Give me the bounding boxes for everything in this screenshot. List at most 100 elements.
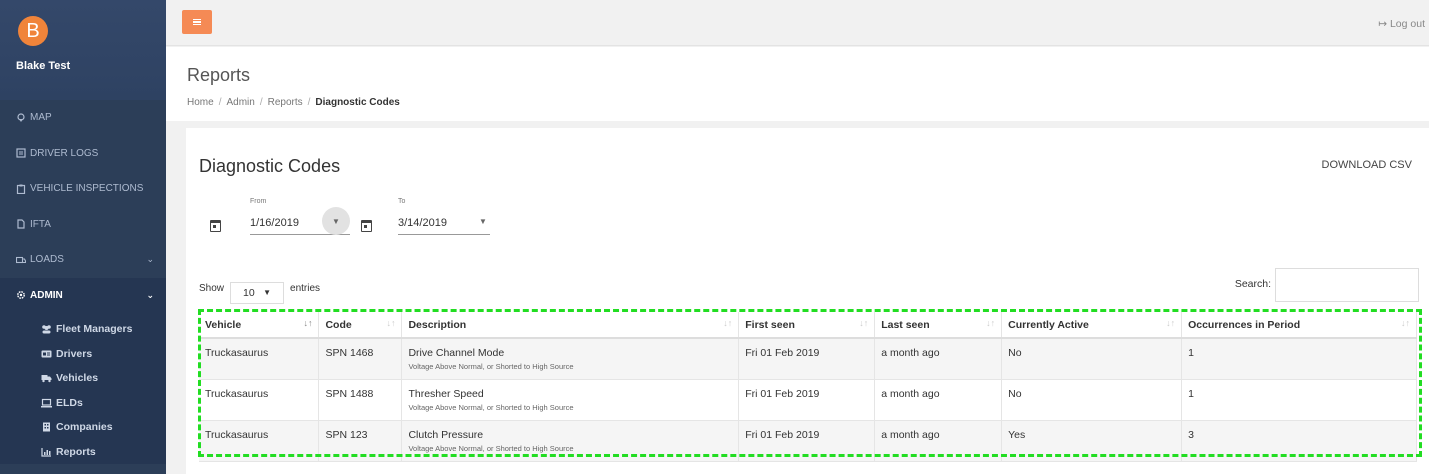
- calendar-icon[interactable]: [361, 220, 372, 232]
- table-row[interactable]: Truckasaurus SPN 1468 Drive Channel Mode…: [199, 338, 1417, 380]
- sidebar-item-label: Drivers: [56, 347, 93, 360]
- avatar[interactable]: B: [18, 16, 48, 46]
- search-label: Search:: [1234, 278, 1271, 290]
- description-detail: Voltage Above Normal, or Shorted to High…: [408, 362, 574, 371]
- cell-occurrences: 1: [1181, 338, 1417, 380]
- breadcrumb: Home / Admin / Reports / Diagnostic Codes: [187, 97, 1429, 108]
- breadcrumb-home[interactable]: Home: [187, 97, 214, 108]
- table-row[interactable]: Truckasaurus SPN 123 Clutch Pressure Volt…: [199, 420, 1417, 462]
- menu-toggle-button[interactable]: [182, 10, 212, 34]
- sort-icon: ↓↑: [1401, 318, 1410, 328]
- breadcrumb-separator: /: [259, 97, 263, 108]
- sidebar-item-label: ELDs: [56, 396, 83, 409]
- sidebar-item-label: Companies: [56, 421, 113, 434]
- sort-icon: ↓↑: [986, 318, 996, 328]
- sidebar-item-vehicle-inspections[interactable]: VEHICLE INSPECTIONS: [0, 171, 166, 207]
- report-panel: Diagnostic Codes DOWNLOAD CSV From 1/16/…: [186, 128, 1429, 474]
- cell-vehicle: Truckasaurus: [199, 420, 320, 462]
- column-header-vehicle[interactable]: Vehicle ↓↑: [199, 312, 320, 339]
- hamburger-icon: [193, 19, 201, 25]
- cell-description: Thresher Speed Voltage Above Normal, or S…: [401, 379, 740, 421]
- truck-icon: [41, 375, 52, 383]
- cell-last-seen: a month ago: [874, 420, 1003, 462]
- description-detail: Voltage Above Normal, or Shorted to High…: [408, 443, 574, 453]
- table-row[interactable]: Truckasaurus SPN 1488 Thresher Speed Volt…: [199, 379, 1417, 421]
- column-header-first-seen[interactable]: First seen ↓↑: [738, 312, 876, 339]
- sidebar-item-label: LOADS: [30, 254, 64, 266]
- logout-link[interactable]: ↦ Log out: [1378, 18, 1425, 30]
- to-date-field[interactable]: 3/14/2019: [398, 213, 490, 235]
- sidebar-nav: MAP DRIVER LOGS VEHICLE INSPECTIONS IFTA…: [0, 100, 166, 313]
- sidebar-item-elds[interactable]: ELDs: [0, 391, 166, 416]
- cell-code: SPN 1468: [318, 338, 403, 380]
- sidebar-item-companies[interactable]: Companies: [0, 415, 166, 440]
- clipboard-icon: [16, 184, 26, 194]
- sidebar-item-vehicles[interactable]: Vehicles: [0, 366, 166, 391]
- sort-icon: ↓↑: [859, 318, 869, 328]
- cell-description: Drive Channel Mode Voltage Above Normal, …: [401, 338, 740, 380]
- log-icon: [16, 148, 26, 158]
- entries-label: entries: [290, 282, 321, 294]
- cell-vehicle: Truckasaurus: [199, 379, 320, 421]
- calendar-icon[interactable]: [210, 220, 221, 232]
- chevron-down-icon: ⌄: [146, 254, 154, 265]
- logout-icon: ↦: [1378, 18, 1388, 30]
- chevron-down-icon[interactable]: ▼: [479, 217, 487, 226]
- cell-occurrences: 3: [1181, 420, 1417, 462]
- chevron-down-icon: ▼: [332, 217, 340, 226]
- sidebar-item-label: Fleet Managers: [56, 323, 133, 336]
- search-input[interactable]: [1275, 268, 1419, 302]
- breadcrumb-separator: /: [307, 97, 311, 108]
- cell-occurrences: 1: [1181, 379, 1417, 421]
- sidebar-item-reports[interactable]: Reports: [0, 440, 166, 465]
- breadcrumb-separator: /: [218, 97, 222, 108]
- column-header-code[interactable]: Code ↓↑: [318, 312, 403, 339]
- sidebar-item-driver-logs[interactable]: DRIVER LOGS: [0, 136, 166, 172]
- sort-icon: ↓↑: [723, 318, 733, 328]
- cell-currently-active: No: [1001, 379, 1183, 421]
- sidebar-profile: B Blake Test: [0, 0, 166, 100]
- sidebar-item-loads[interactable]: LOADS ⌄: [0, 242, 166, 278]
- page-header: Reports Home / Admin / Reports / Diagnostic Co…: [166, 47, 1429, 121]
- user-name[interactable]: Blake Test: [16, 60, 166, 72]
- cell-currently-active: No: [1001, 338, 1183, 380]
- users-icon: [42, 325, 51, 334]
- sidebar-item-admin[interactable]: ADMIN ⌄: [0, 277, 166, 313]
- building-icon: [43, 422, 50, 432]
- entries-select[interactable]: 10 ▼: [230, 282, 285, 304]
- sidebar-item-drivers[interactable]: Drivers: [0, 342, 166, 367]
- sidebar-item-label: MAP: [30, 112, 52, 124]
- description-title: Thresher Speed: [408, 387, 484, 400]
- show-label: Show: [199, 282, 225, 294]
- sort-asc-icon: ↓↑: [303, 318, 313, 328]
- gear-icon: [17, 291, 25, 300]
- column-header-last-seen[interactable]: Last seen ↓↑: [874, 312, 1003, 339]
- from-label: From: [250, 198, 267, 205]
- cell-code: SPN 123: [318, 420, 403, 462]
- chart-icon: [41, 447, 51, 457]
- caret-down-icon: ▼: [263, 288, 272, 297]
- panel-title: Diagnostic Codes: [199, 156, 341, 176]
- page-title: Reports: [187, 65, 251, 85]
- sidebar-item-fleet-managers[interactable]: Fleet Managers: [0, 317, 166, 342]
- column-header-description[interactable]: Description ↓↑: [401, 312, 740, 339]
- sidebar-item-ifta[interactable]: IFTA: [0, 207, 166, 243]
- download-csv-button[interactable]: DOWNLOAD CSV: [1322, 159, 1412, 171]
- column-header-occurrences[interactable]: Occurrences in Period ↓↑: [1181, 312, 1417, 339]
- sidebar-item-label: DRIVER LOGS: [30, 147, 99, 159]
- sidebar-item-map[interactable]: MAP: [0, 100, 166, 136]
- cell-first-seen: Fri 01 Feb 2019: [738, 379, 876, 421]
- id-card-icon: [41, 350, 52, 358]
- logout-label: Log out: [1389, 18, 1425, 30]
- sidebar-item-label: VEHICLE INSPECTIONS: [30, 183, 144, 195]
- cell-code: SPN 1488: [318, 379, 403, 421]
- show-entries: Show 10 ▼ entries: [199, 272, 320, 304]
- top-bar: ↦ Log out: [166, 0, 1429, 46]
- column-header-currently-active[interactable]: Currently Active ↓↑: [1001, 312, 1183, 339]
- sidebar-item-label: Vehicles: [56, 372, 99, 385]
- breadcrumb-admin[interactable]: Admin: [226, 97, 254, 108]
- breadcrumb-current: Diagnostic Codes: [315, 97, 400, 108]
- breadcrumb-reports[interactable]: Reports: [268, 97, 303, 108]
- cell-last-seen: a month ago: [874, 338, 1003, 380]
- laptop-icon: [41, 398, 52, 408]
